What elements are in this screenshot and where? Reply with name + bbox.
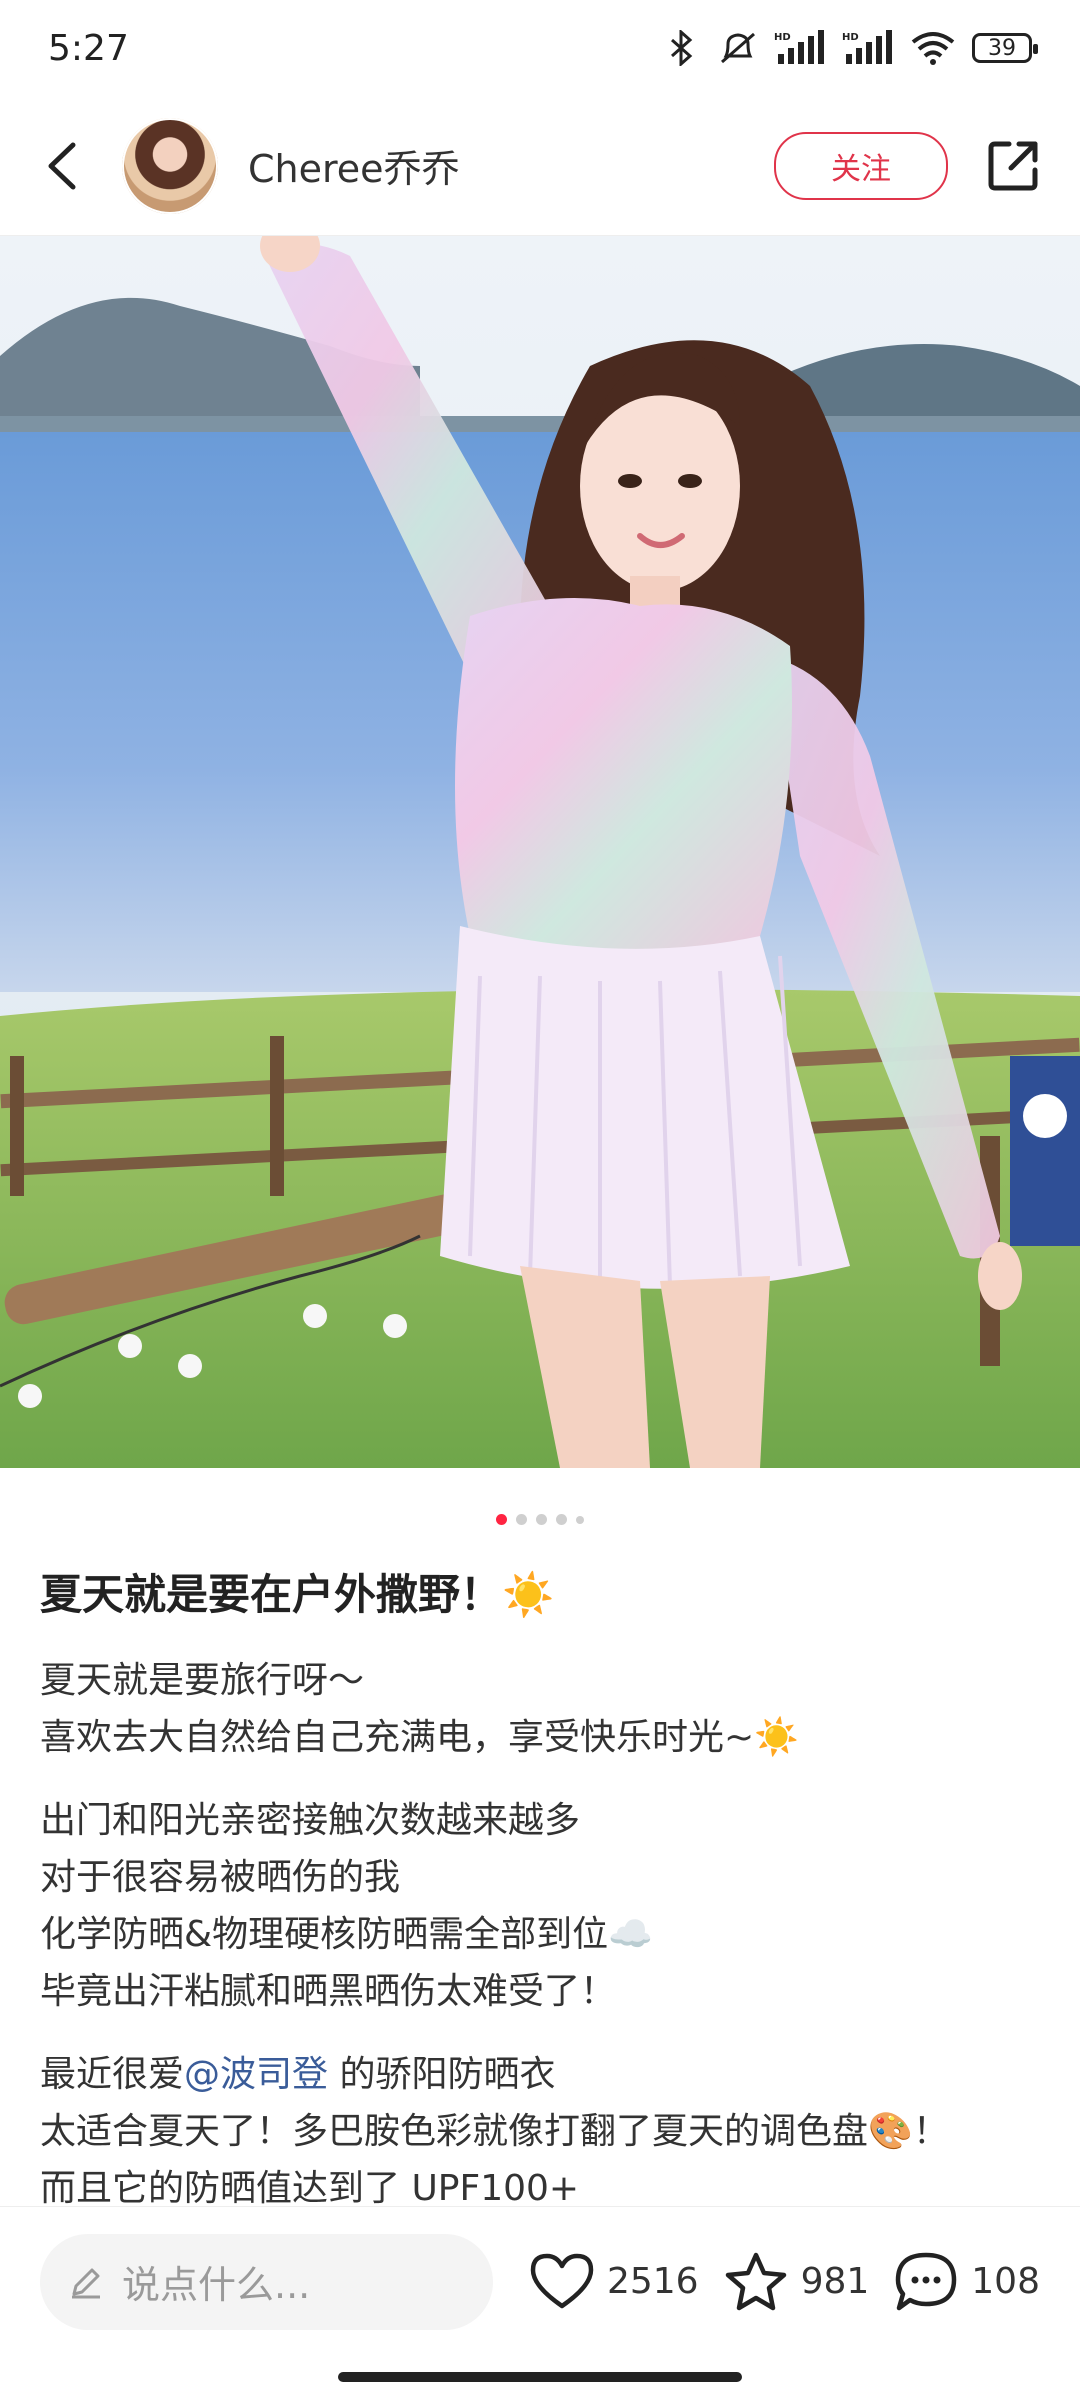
signal-hd-icon-2: HD — [842, 28, 894, 68]
post-paragraph-1: 夏天就是要旅行呀～ 喜欢去大自然给自己充满电，享受快乐时光~☀️ — [40, 1652, 1040, 1766]
wifi-icon — [910, 28, 956, 68]
favorite-count: 981 — [800, 2261, 870, 2302]
post-line: 最近很爱@波司登 的骄阳防晒衣 — [40, 2046, 1040, 2103]
bottom-action-bar: 说点什么... 2516 981 108 — [0, 2206, 1080, 2356]
author-name[interactable]: Cheree乔乔 — [248, 138, 774, 193]
svg-text:HD: HD — [842, 32, 859, 43]
follow-button[interactable]: 关注 — [774, 131, 948, 200]
post-text: 的骄阳防晒衣 — [328, 2054, 556, 2095]
carousel-dot — [516, 1514, 527, 1525]
post-content: 夏天就是要在户外撒野！☀️ 夏天就是要旅行呀～ 喜欢去大自然给自己充满电，享受快… — [40, 1560, 1040, 2243]
home-indicator[interactable] — [338, 2372, 742, 2382]
author-avatar[interactable] — [122, 117, 218, 214]
back-button[interactable] — [32, 136, 92, 196]
post-line: 夏天就是要旅行呀～ — [40, 1660, 365, 1701]
post-line: 出门和阳光亲密接触次数越来越多 — [40, 1800, 581, 1841]
battery-level: 39 — [988, 35, 1016, 61]
post-line: 太适合夏天了！多巴胺色彩就像打翻了夏天的调色盘🎨！ — [40, 2111, 949, 2152]
post-line: 化学防晒&物理硬核防晒需全部到位☁️ — [40, 1914, 653, 1955]
share-icon — [988, 141, 1038, 190]
post-title: 夏天就是要在户外撒野！☀️ — [40, 1570, 555, 1619]
battery-icon: 39 — [972, 33, 1038, 63]
svg-text:HD: HD — [774, 32, 791, 43]
like-count: 2516 — [606, 2261, 699, 2302]
post-actions: 2516 981 108 — [529, 2250, 1040, 2314]
favorite-button[interactable]: 981 — [723, 2251, 870, 2313]
bluetooth-icon — [662, 28, 702, 68]
carousel-indicator — [0, 1514, 1080, 1525]
status-time: 5:27 — [48, 27, 129, 69]
comment-bubble-icon — [896, 2252, 957, 2310]
back-arrow-icon — [48, 142, 76, 189]
pen-icon — [68, 2264, 104, 2300]
post-paragraph-3: 最近很爱@波司登 的骄阳防晒衣 太适合夏天了！多巴胺色彩就像打翻了夏天的调色盘🎨… — [40, 2046, 1040, 2217]
carousel-dot-active — [496, 1514, 507, 1525]
carousel-dot — [536, 1514, 547, 1525]
post-image[interactable] — [0, 236, 1080, 1468]
mention-link[interactable]: @波司登 — [184, 2054, 328, 2095]
status-icons: HD HD 39 — [662, 28, 1038, 68]
share-button[interactable] — [978, 131, 1048, 201]
post-text: 最近很爱 — [40, 2054, 185, 2095]
star-icon — [725, 2252, 786, 2310]
like-button[interactable]: 2516 — [529, 2252, 699, 2312]
comment-button[interactable]: 108 — [893, 2250, 1040, 2314]
carousel-dot — [556, 1514, 567, 1525]
comment-placeholder: 说点什么... — [122, 2263, 311, 2307]
signal-hd-icon: HD — [774, 28, 826, 68]
post-header: Cheree乔乔 关注 — [0, 96, 1080, 236]
carousel-dot — [576, 1516, 584, 1524]
post-paragraph-2: 出门和阳光亲密接触次数越来越多 对于很容易被晒伤的我 化学防晒&物理硬核防晒需全… — [40, 1792, 1040, 2020]
post-line: 喜欢去大自然给自己充满电，享受快乐时光~☀️ — [40, 1717, 799, 1758]
comment-input[interactable]: 说点什么... — [40, 2233, 493, 2330]
heart-icon — [530, 2253, 594, 2308]
status-bar: 5:27 HD HD 39 — [0, 0, 1080, 96]
post-line: 对于很容易被晒伤的我 — [40, 1857, 401, 1898]
post-line: 毕竟出汗粘腻和晒黑晒伤太难受了！ — [40, 1971, 617, 2012]
post-image-illustration — [0, 236, 1080, 1468]
comment-count: 108 — [971, 2261, 1040, 2302]
post-page: 5:27 HD HD 39 Cheree乔乔 关注 夏天就是要在户外撒野！☀️ … — [0, 0, 1080, 2400]
mute-icon — [718, 28, 758, 68]
